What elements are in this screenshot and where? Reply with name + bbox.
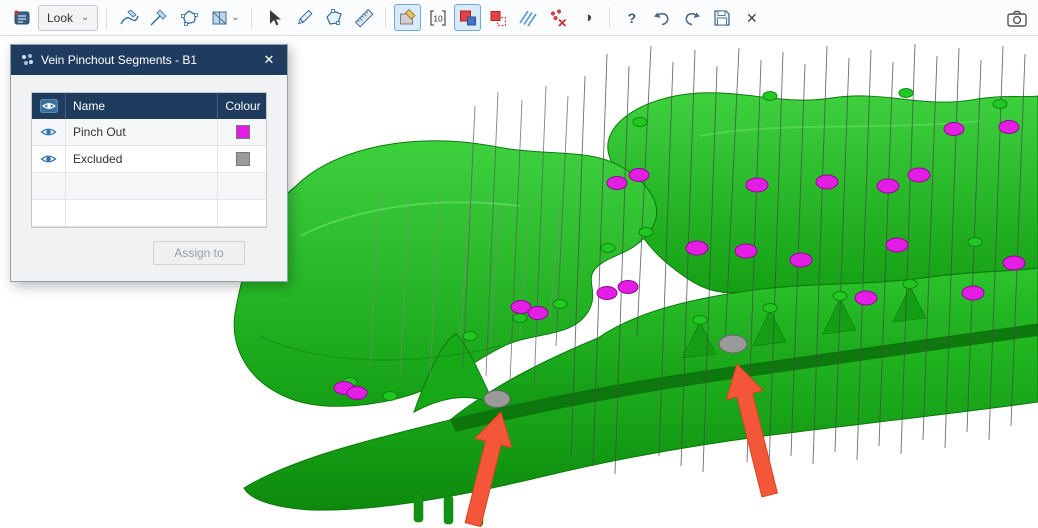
- table-header-row: Name Colour: [32, 93, 266, 119]
- interval-selection-button[interactable]: 10: [424, 4, 451, 31]
- table-row-excluded[interactable]: Excluded: [32, 146, 266, 173]
- dialog-body: Name Colour Pinch Out: [11, 75, 287, 281]
- remove-selection-button[interactable]: [484, 4, 511, 31]
- contrast-icon: ◑: [583, 10, 592, 25]
- remove-selection-icon: [487, 7, 509, 29]
- select-arrow-icon: [263, 7, 285, 29]
- chevron-down-icon: ⌄: [81, 13, 89, 23]
- segment-name: Excluded: [66, 146, 218, 173]
- visibility-toggle[interactable]: [32, 146, 66, 173]
- visibility-column-header: [32, 93, 66, 119]
- undo-button[interactable]: [648, 4, 675, 31]
- select-segments-toggle[interactable]: [454, 4, 481, 31]
- toolbar-separator: [106, 7, 107, 29]
- hatch-stripes-icon: [517, 7, 539, 29]
- scene-list-button[interactable]: [8, 4, 35, 31]
- close-edit-button[interactable]: ✕: [738, 4, 765, 31]
- polygon-edit-button[interactable]: [320, 4, 347, 31]
- select-button[interactable]: [260, 4, 287, 31]
- draw-polygon-icon: [178, 7, 200, 29]
- colour-cell[interactable]: [218, 119, 268, 146]
- save-button[interactable]: [708, 4, 735, 31]
- colour-column-header: Colour: [218, 93, 268, 119]
- hatch-button[interactable]: [514, 4, 541, 31]
- ruler-icon: [353, 7, 375, 29]
- chevron-down-icon: ⌄: [231, 12, 239, 23]
- draw-polygon-button[interactable]: [175, 4, 202, 31]
- interval-selection-icon: 10: [427, 7, 449, 29]
- dialog-titlebar[interactable]: Vein Pinchout Segments - B1 ✕: [11, 45, 287, 75]
- pencil-button[interactable]: [290, 4, 317, 31]
- eye-icon: [40, 99, 58, 113]
- table-row-pinch-out[interactable]: Pinch Out: [32, 119, 266, 146]
- svg-text:10: 10: [433, 13, 443, 23]
- table-row-empty: [32, 173, 266, 200]
- toolbar-separator: [251, 7, 252, 29]
- dialog-close-icon[interactable]: ✕: [260, 52, 278, 68]
- visibility-toggle[interactable]: [32, 119, 66, 146]
- save-floppy-icon: [711, 7, 733, 29]
- polygon-edit-icon: [323, 7, 345, 29]
- draw-line-icon: [148, 7, 170, 29]
- colour-cell[interactable]: [218, 146, 268, 173]
- pencil-icon: [293, 7, 315, 29]
- eye-icon: [40, 153, 57, 165]
- dialog-icon: [20, 53, 34, 67]
- discard-points-button[interactable]: [544, 4, 571, 31]
- discard-points-icon: [547, 7, 569, 29]
- toolbar-separator: [385, 7, 386, 29]
- vein-pinchout-dialog: Vein Pinchout Segments - B1 ✕ Name Colou…: [10, 44, 288, 282]
- colour-swatch[interactable]: [236, 125, 250, 139]
- segments-table: Name Colour Pinch Out: [31, 92, 267, 228]
- table-row-empty: [32, 200, 266, 227]
- contrast-button[interactable]: ◑: [574, 4, 601, 31]
- draw-on-surface-toggle[interactable]: [394, 4, 421, 31]
- ruler-button[interactable]: [350, 4, 377, 31]
- help-icon: ?: [628, 11, 637, 25]
- main-toolbar: Look ⌄: [0, 0, 1038, 36]
- redo-icon: [681, 7, 703, 29]
- redo-button[interactable]: [678, 4, 705, 31]
- toolbar-separator: [609, 7, 610, 29]
- draw-line-button[interactable]: [145, 4, 172, 31]
- draw-curve-button[interactable]: [115, 4, 142, 31]
- look-dropdown[interactable]: Look ⌄: [38, 5, 98, 31]
- undo-icon: [651, 7, 673, 29]
- assign-to-button[interactable]: Assign to: [153, 241, 245, 265]
- name-column-header: Name: [66, 93, 218, 119]
- application-window: Look ⌄: [0, 0, 1038, 528]
- dialog-title: Vein Pinchout Segments - B1: [41, 53, 253, 67]
- segment-name: Pinch Out: [66, 119, 218, 146]
- vein-surfaces: [234, 93, 1038, 526]
- help-button[interactable]: ?: [618, 4, 645, 31]
- colour-swatch[interactable]: [236, 152, 250, 166]
- draw-curve-icon: [118, 7, 140, 29]
- select-segments-icon: [457, 7, 479, 29]
- camera-icon: [1005, 7, 1029, 29]
- look-label: Look: [47, 11, 73, 25]
- eye-icon: [40, 126, 57, 138]
- draw-on-surface-icon: [397, 7, 419, 29]
- scene-list-icon: [11, 7, 33, 29]
- close-icon: ✕: [746, 11, 758, 25]
- plane-tool-icon: [209, 7, 231, 29]
- camera-button[interactable]: [1003, 4, 1030, 31]
- plane-tool-button[interactable]: ⌄: [205, 4, 243, 31]
